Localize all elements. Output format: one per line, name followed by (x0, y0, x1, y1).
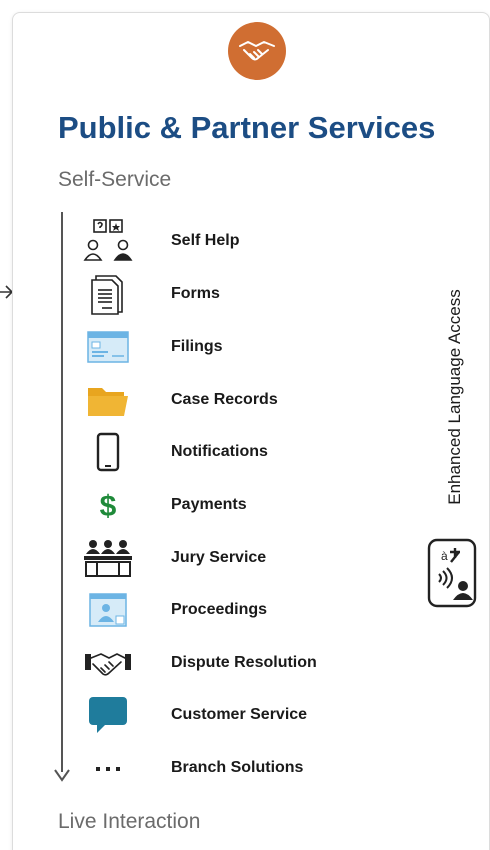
enhanced-language-access-label: Enhanced Language Access (445, 288, 464, 505)
list-item[interactable]: Self Help (80, 217, 380, 265)
mobile-phone-icon (80, 428, 136, 476)
list-item[interactable]: Forms (80, 270, 380, 318)
handshake-icon (80, 639, 136, 687)
section-label-self-service: Self-Service (58, 168, 172, 191)
list-item[interactable]: Case Records (80, 376, 380, 424)
language-access-icon: à (427, 538, 477, 608)
service-label: Branch Solutions (171, 759, 304, 776)
filings-icon (80, 323, 136, 371)
service-label: Customer Service (171, 706, 308, 723)
ellipsis-icon (80, 744, 136, 792)
list-item[interactable]: Proceedings (80, 586, 380, 634)
service-label: Forms (171, 285, 220, 302)
page-title: Public & Partner Services (58, 110, 436, 145)
service-label: Case Records (171, 391, 278, 408)
service-label: Jury Service (171, 549, 267, 566)
self-help-icon (80, 217, 136, 265)
list-item[interactable]: $ Payments (80, 481, 380, 529)
forms-icon (80, 270, 136, 318)
handshake-badge-icon (228, 22, 286, 80)
list-item[interactable]: Filings (80, 323, 380, 371)
list-item[interactable]: Branch Solutions (80, 744, 380, 792)
section-label-live-interaction: Live Interaction (58, 810, 201, 833)
dollar-icon: $ (80, 481, 136, 529)
video-proceedings-icon (80, 586, 136, 634)
jury-icon (80, 534, 136, 582)
svg-text:à: à (441, 549, 448, 563)
list-item[interactable]: Customer Service (80, 691, 380, 739)
flow-arrowhead (54, 769, 70, 782)
svg-text:$: $ (100, 490, 117, 523)
service-label: Dispute Resolution (171, 654, 317, 671)
folder-icon (80, 376, 136, 424)
service-label: Self Help (171, 232, 240, 249)
flow-line (61, 212, 63, 772)
service-label: Proceedings (171, 601, 268, 618)
list-item[interactable]: Jury Service (80, 534, 380, 582)
service-label: Notifications (171, 443, 268, 460)
service-label: Filings (171, 338, 223, 355)
list-item[interactable]: Dispute Resolution (80, 639, 380, 687)
chat-bubble-icon (80, 691, 136, 739)
service-label: Payments (171, 496, 247, 513)
list-item[interactable]: Notifications (80, 428, 380, 476)
